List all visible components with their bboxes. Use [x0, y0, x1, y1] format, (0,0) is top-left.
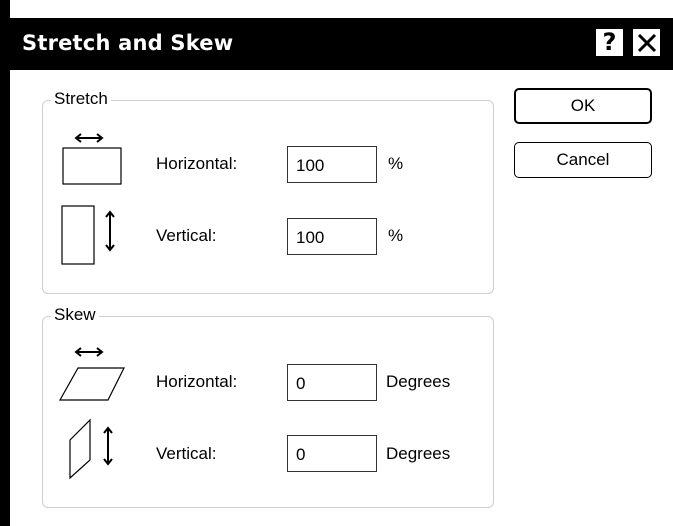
skew-horizontal-icon — [58, 347, 125, 401]
stretch-vertical-icon — [61, 205, 115, 265]
help-button[interactable]: ? — [594, 27, 625, 58]
cancel-button[interactable]: Cancel — [514, 142, 652, 178]
skew-vertical-label: Vertical: — [156, 444, 217, 463]
stretch-group-label: Stretch — [51, 89, 111, 109]
skew-group-label: Skew — [51, 305, 99, 325]
skew-horizontal-input[interactable]: 0 — [287, 364, 377, 401]
title-bar[interactable]: Stretch and Skew ? — [10, 18, 673, 70]
close-icon — [637, 33, 656, 53]
stretch-horizontal-label: Horizontal: — [156, 154, 238, 173]
stretch-and-skew-dialog: Stretch and Skew ? Stretch Horizontal: 1… — [0, 0, 673, 526]
skew-horizontal-unit: Degrees — [386, 372, 451, 391]
stretch-vertical-unit: % — [388, 226, 404, 245]
stretch-vertical-input[interactable]: 100 — [287, 218, 377, 255]
ok-button[interactable]: OK — [514, 88, 652, 124]
skew-horizontal-label: Horizontal: — [156, 372, 238, 391]
stretch-horizontal-unit: % — [388, 154, 404, 173]
help-icon: ? — [602, 28, 617, 56]
skew-vertical-input[interactable]: 0 — [287, 435, 377, 472]
skew-vertical-icon — [69, 418, 113, 480]
close-button[interactable] — [631, 27, 662, 58]
stretch-horizontal-icon — [62, 133, 122, 185]
stretch-vertical-label: Vertical: — [156, 226, 217, 245]
skew-vertical-unit: Degrees — [386, 444, 451, 463]
stretch-horizontal-input[interactable]: 100 — [287, 146, 377, 183]
window-title: Stretch and Skew — [22, 31, 234, 55]
window-left-border — [0, 0, 10, 526]
